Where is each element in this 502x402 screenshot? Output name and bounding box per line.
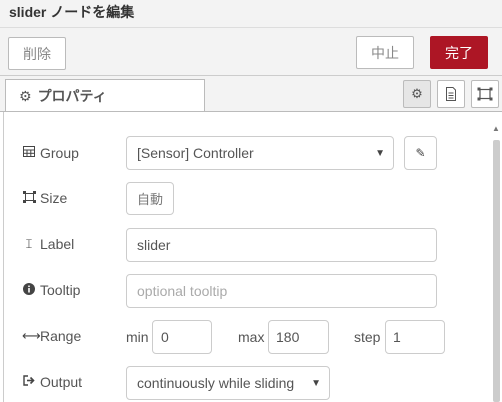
panel-border	[3, 112, 4, 402]
output-row-label: Output	[22, 374, 82, 390]
text-cursor-icon: 𝙸	[24, 236, 34, 251]
tab-bar: ⚙ プロパティ ⚙	[0, 76, 502, 112]
node-settings-button[interactable]: ⚙	[403, 80, 431, 108]
table-icon	[22, 146, 36, 160]
tooltip-input[interactable]: optional tooltip	[126, 274, 437, 308]
output-select[interactable]: continuously while sliding ▼	[126, 366, 330, 400]
document-icon	[446, 87, 456, 101]
label-input[interactable]: slider	[126, 228, 437, 262]
frame-icon	[477, 87, 493, 101]
group-row-label: Group	[22, 145, 79, 161]
scroll-up-icon[interactable]: ▲	[492, 124, 500, 133]
node-appearance-button[interactable]	[471, 80, 499, 108]
label-row-label: 𝙸 Label	[22, 236, 74, 252]
dialog-title: slider ノードを編集	[9, 4, 135, 20]
size-row-label: Size	[22, 190, 67, 206]
dialog-toolbar: 削除 中止 完了	[0, 28, 502, 76]
scrollbar[interactable]: ▲	[492, 124, 500, 402]
label-label: Label	[40, 236, 75, 252]
cancel-button[interactable]: 中止	[356, 36, 414, 69]
range-max-label: max	[238, 329, 265, 345]
gear-icon: ⚙	[411, 86, 423, 101]
chevron-down-icon: ▼	[375, 147, 385, 159]
done-button[interactable]: 完了	[430, 36, 488, 69]
gear-icon: ⚙	[19, 87, 32, 104]
tooltip-label: Tooltip	[40, 282, 81, 298]
output-select-value: continuously while sliding	[137, 375, 295, 391]
tooltip-row-label: Tooltip	[22, 282, 80, 298]
range-max-input[interactable]: 180	[268, 320, 329, 354]
output-label: Output	[40, 374, 83, 390]
arrows-horizontal-icon: ⟷	[22, 328, 41, 343]
resize-icon	[22, 190, 36, 206]
pencil-icon: ✎	[415, 146, 426, 160]
size-label: Size	[40, 190, 68, 206]
range-step-input[interactable]: 1	[385, 320, 445, 354]
group-select-value: [Sensor] Controller	[137, 145, 254, 161]
delete-button[interactable]: 削除	[8, 37, 66, 70]
scrollbar-thumb[interactable]	[493, 140, 500, 402]
size-button[interactable]: 自動	[126, 182, 174, 215]
group-label: Group	[40, 145, 79, 161]
edit-group-button[interactable]: ✎	[404, 136, 437, 170]
dialog-titlebar: slider ノードを編集	[0, 0, 502, 28]
info-icon	[22, 282, 36, 298]
properties-panel: ▲ Group [Sensor] Controller ▼ ✎ Size 自動 …	[0, 112, 502, 402]
tab-properties[interactable]: ⚙ プロパティ	[5, 79, 205, 112]
range-label: Range	[40, 328, 82, 344]
tab-properties-label: プロパティ	[37, 88, 107, 104]
group-select[interactable]: [Sensor] Controller ▼	[126, 136, 394, 170]
range-step-label: step	[354, 329, 381, 345]
range-row-label: ⟷ Range	[22, 328, 81, 344]
chevron-down-icon: ▼	[311, 377, 321, 389]
node-description-button[interactable]	[437, 80, 465, 108]
sign-out-icon	[22, 375, 36, 389]
range-min-label: min	[126, 329, 149, 345]
range-min-input[interactable]: 0	[152, 320, 212, 354]
